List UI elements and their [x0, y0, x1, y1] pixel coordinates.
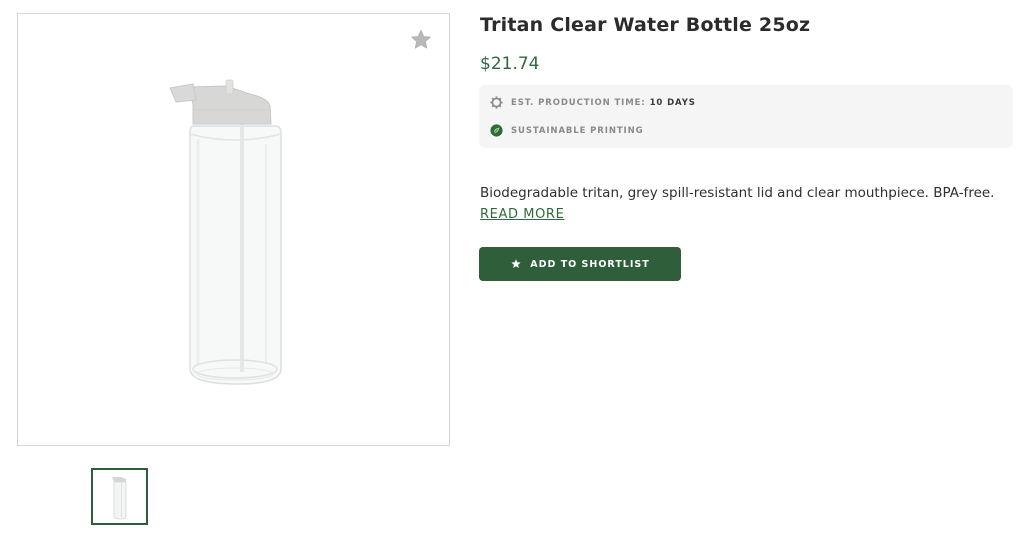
leaf-icon	[490, 124, 503, 137]
bottle-image	[169, 79, 282, 385]
favorite-star-button[interactable]	[409, 28, 433, 52]
sustainable-row: SUSTAINABLE PRINTING	[490, 124, 643, 137]
add-to-shortlist-label: ADD TO SHORTLIST	[530, 258, 650, 270]
product-thumbnail[interactable]	[91, 468, 148, 525]
production-time-row: EST. PRODUCTION TIME: 10 DAYS	[490, 96, 696, 109]
product-price: $21.74	[480, 54, 540, 74]
add-to-shortlist-button[interactable]: ADD TO SHORTLIST	[479, 247, 681, 281]
product-title: Tritan Clear Water Bottle 25oz	[480, 14, 811, 36]
product-main-image	[17, 13, 450, 446]
star-icon	[411, 30, 431, 49]
read-more-link[interactable]: READ MORE	[480, 207, 564, 222]
production-time-label: EST. PRODUCTION TIME:	[511, 97, 646, 108]
sustainable-label: SUSTAINABLE PRINTING	[511, 125, 644, 136]
production-info-box: EST. PRODUCTION TIME: 10 DAYS SUSTAINABL…	[479, 85, 1013, 148]
star-icon	[511, 259, 521, 268]
production-time-value: 10 DAYS	[649, 97, 696, 108]
bottle-thumbnail-image	[111, 476, 126, 519]
product-description: Biodegradable tritan, grey spill-resista…	[480, 185, 995, 201]
gear-icon	[490, 96, 503, 109]
